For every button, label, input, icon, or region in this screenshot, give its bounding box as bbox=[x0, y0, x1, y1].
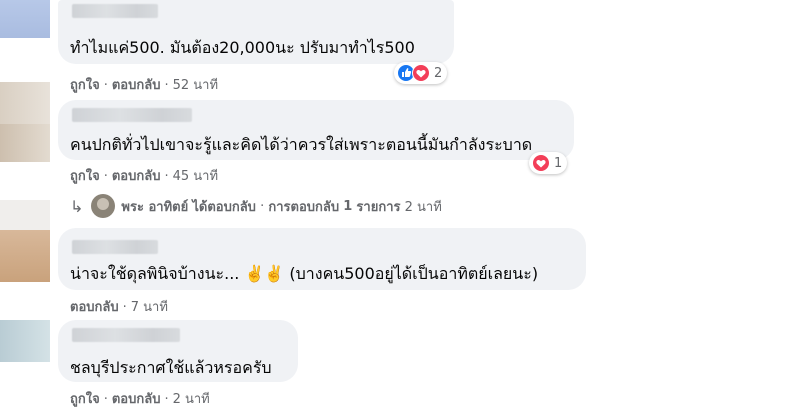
blurred-author-name bbox=[72, 240, 158, 254]
blurred-author-name bbox=[72, 328, 180, 342]
comment-bubble: ชลบุรีประกาศใช้แล้วหรอครับ bbox=[58, 320, 298, 382]
comment-text: คนปกติทั่วไปเขาจะรู้และคิดได้ว่าควรใส่เพ… bbox=[70, 135, 533, 154]
reply-arrow-icon: ↳ bbox=[70, 196, 84, 216]
avatar[interactable] bbox=[0, 0, 50, 38]
reply-link[interactable]: ตอบกลับ bbox=[70, 300, 119, 315]
heart-icon bbox=[532, 154, 550, 172]
like-link[interactable]: ถูกใจ bbox=[70, 169, 100, 184]
avatar[interactable] bbox=[0, 320, 50, 362]
blurred-author-name bbox=[72, 4, 158, 18]
separator: · bbox=[103, 169, 108, 184]
replier-name: พระ อาทิตย์ bbox=[121, 199, 189, 215]
separator: · bbox=[164, 78, 169, 93]
timestamp[interactable]: 52 นาที bbox=[173, 78, 218, 93]
reply-link[interactable]: ตอบกลับ bbox=[112, 78, 161, 93]
reply-link[interactable]: ตอบกลับ bbox=[112, 392, 161, 407]
heart-icon bbox=[412, 64, 430, 82]
timestamp[interactable]: 7 นาที bbox=[131, 300, 168, 315]
like-link[interactable]: ถูกใจ bbox=[70, 392, 100, 407]
avatar bbox=[91, 194, 116, 218]
timestamp: 2 นาที bbox=[404, 199, 442, 215]
separator: · bbox=[164, 169, 169, 184]
comment-bubble: น่าจะใช้ดุลพินิจบ้างนะ... ✌️✌️ (บางคน500… bbox=[58, 228, 586, 290]
separator: · bbox=[164, 392, 169, 407]
replies-count: 1 bbox=[343, 198, 353, 214]
view-replies-link[interactable]: ↳ พระ อาทิตย์ ได้ตอบกลับ · การตอบกลับ 1 … bbox=[70, 194, 442, 218]
comment-text: ทำไมแค่500. มันต้อง20,000นะ ปรับมาทำไร50… bbox=[70, 38, 415, 57]
comment-bubble: คนปกติทั่วไปเขาจะรู้และคิดได้ว่าควรใส่เพ… bbox=[58, 100, 574, 160]
timestamp[interactable]: 2 นาที bbox=[173, 392, 210, 407]
avatar[interactable] bbox=[0, 230, 50, 282]
blurred-author-name bbox=[72, 108, 192, 122]
separator: · bbox=[260, 198, 265, 214]
timestamp[interactable]: 45 นาที bbox=[173, 169, 218, 184]
comment-bubble: ทำไมแค่500. มันต้อง20,000นะ ปรับมาทำไร50… bbox=[58, 0, 454, 64]
reaction-summary[interactable]: 1 bbox=[529, 152, 568, 174]
reaction-count: 1 bbox=[554, 155, 563, 171]
comment-text: น่าจะใช้ดุลพินิจบ้างนะ... ✌️✌️ (บางคน500… bbox=[70, 264, 539, 283]
avatar[interactable] bbox=[0, 82, 50, 124]
reaction-count: 2 bbox=[434, 65, 443, 81]
avatar[interactable] bbox=[0, 124, 50, 162]
comment-actions: ถูกใจ · ตอบกลับ · 52 นาที bbox=[70, 74, 218, 95]
like-link[interactable]: ถูกใจ bbox=[70, 78, 100, 93]
reply-link[interactable]: ตอบกลับ bbox=[112, 169, 161, 184]
separator: · bbox=[103, 78, 108, 93]
replies-suffix: รายการ bbox=[356, 199, 401, 215]
separator: · bbox=[103, 392, 108, 407]
avatar[interactable] bbox=[0, 200, 50, 230]
comment-actions: ถูกใจ · ตอบกลับ · 45 นาที bbox=[70, 165, 218, 186]
comment-actions: ตอบกลับ · 7 นาที bbox=[70, 296, 168, 317]
comment-actions: ถูกใจ · ตอบกลับ · 2 นาที bbox=[70, 388, 210, 409]
comment-text: ชลบุรีประกาศใช้แล้วหรอครับ bbox=[70, 358, 272, 377]
replies-prefix: การตอบกลับ bbox=[268, 199, 340, 215]
reaction-summary[interactable]: 2 bbox=[394, 62, 448, 84]
separator: · bbox=[122, 300, 127, 315]
reply-action: ได้ตอบกลับ bbox=[192, 199, 256, 215]
